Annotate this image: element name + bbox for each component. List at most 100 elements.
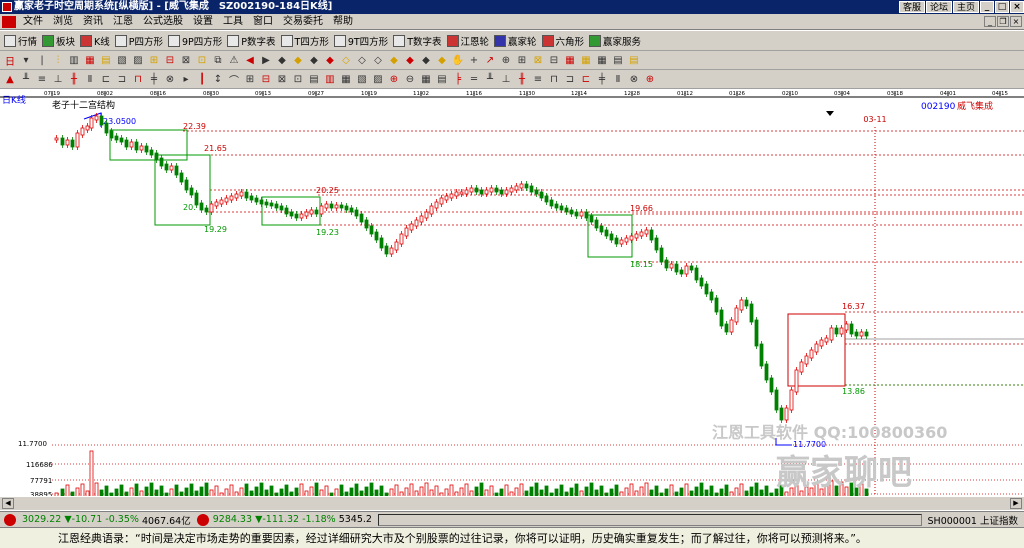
drawing-tool-icon[interactable]: ↕ [212,73,224,85]
menu-trade[interactable]: 交易委托 [278,14,328,30]
menu-formula[interactable]: 公式选股 [138,14,188,30]
drawing-tool-icon[interactable]: ≡ [36,73,48,85]
period-tool-icon[interactable]: ▾ [20,54,32,66]
period-tool-icon[interactable]: ◀ [244,54,256,66]
period-tool-icon[interactable]: ⊠ [532,54,544,66]
period-tool-icon[interactable]: + [468,54,480,66]
drawing-tool-icon[interactable]: ╫ [68,73,80,85]
period-tool-icon[interactable]: ◆ [324,54,336,66]
ticker[interactable]: SH000001 上证指数 [928,513,1018,527]
child-close-button[interactable]: × [1010,16,1022,27]
scroll-right-icon[interactable]: ▶ [1010,498,1022,509]
drawing-tool-icon[interactable]: ▦ [340,73,352,85]
drawing-tool-icon[interactable]: ⊥ [500,73,512,85]
menu-gann[interactable]: 江恩 [108,14,138,30]
drawing-tool-icon[interactable]: ⌒ [228,73,240,87]
tool-p-square[interactable]: P四方形 [114,33,163,49]
tool-t-table[interactable]: T数字表 [393,33,442,49]
app-menu-icon[interactable] [2,15,16,28]
drawing-tool-icon[interactable]: ⊓ [548,73,560,85]
period-tool-icon[interactable]: ◆ [436,54,448,66]
drawing-tool-icon[interactable]: ═ [468,73,480,85]
drawing-tool-icon[interactable]: ╪ [596,73,608,85]
tool-9t-square[interactable]: 9T四方形 [333,33,388,49]
menu-file[interactable]: 文件 [18,14,48,30]
drawing-tool-icon[interactable]: ⊖ [404,73,416,85]
drawing-tool-icon[interactable]: ≡ [532,73,544,85]
tool-hexagon[interactable]: 六角形 [541,33,584,49]
drawing-tool-icon[interactable]: ╫ [516,73,528,85]
child-minimize-button[interactable]: _ [984,16,996,27]
period-tool-icon[interactable]: ◇ [372,54,384,66]
menu-help[interactable]: 帮助 [328,14,358,30]
period-tool-icon[interactable]: ⊕ [500,54,512,66]
period-tool-icon[interactable]: ◆ [308,54,320,66]
period-tool-icon[interactable]: ⊟ [164,54,176,66]
period-tool-icon[interactable]: ▶ [260,54,272,66]
tool-kline[interactable]: K线 [80,33,110,49]
scroll-left-icon[interactable]: ◀ [2,498,14,509]
drawing-tool-icon[interactable]: ▦ [420,73,432,85]
drawing-tool-icon[interactable]: ╨ [484,73,496,85]
forum-link[interactable]: 论坛 [925,1,952,13]
period-tool-icon[interactable]: ⊡ [196,54,208,66]
drawing-tool-icon[interactable]: ▤ [308,73,320,85]
drawing-tool-icon[interactable]: ⊐ [564,73,576,85]
horizontal-scrollbar[interactable]: ◀ ▶ [0,496,1024,510]
menu-browse[interactable]: 浏览 [48,14,78,30]
drawing-tool-icon[interactable]: ⊠ [276,73,288,85]
drawing-tool-icon[interactable]: ⊕ [388,73,400,85]
period-tool-icon[interactable]: 日 [4,54,16,68]
menu-info[interactable]: 资讯 [78,14,108,30]
drawing-tool-icon[interactable]: ▤ [436,73,448,85]
drawing-tool-icon[interactable]: ⊕ [644,73,656,85]
drawing-tool-icon[interactable]: ⊏ [100,73,112,85]
menu-window[interactable]: 窗口 [248,14,278,30]
period-tool-icon[interactable]: ↗ [484,54,496,66]
period-tool-icon[interactable]: ⚠ [228,54,240,66]
period-tool-icon[interactable]: ▦ [580,54,592,66]
tool-blocks[interactable]: 板块 [42,33,75,49]
period-tool-icon[interactable]: ▧ [116,54,128,66]
period-tool-icon[interactable]: ▦ [564,54,576,66]
period-tool-icon[interactable]: ✋ [452,54,464,66]
drawing-tool-icon[interactable]: ⊡ [292,73,304,85]
menu-settings[interactable]: 设置 [188,14,218,30]
drawing-tool-icon[interactable]: ⊓ [132,73,144,85]
period-tool-icon[interactable]: ◆ [292,54,304,66]
period-tool-icon[interactable]: ▨ [132,54,144,66]
period-tool-icon[interactable]: ▤ [612,54,624,66]
period-tool-icon[interactable]: ⊞ [516,54,528,66]
period-tool-icon[interactable]: ◆ [388,54,400,66]
drawing-tool-icon[interactable]: ▸ [180,73,192,85]
status-scroll-area[interactable] [377,513,922,526]
tool-service[interactable]: 赢家服务 [589,33,641,49]
menu-tools[interactable]: 工具 [218,14,248,30]
drawing-tool-icon[interactable]: Ⅱ [84,73,96,85]
period-tool-icon[interactable]: ▦ [596,54,608,66]
drawing-tool-icon[interactable]: ⊟ [260,73,272,85]
period-tool-icon[interactable]: ◆ [276,54,288,66]
period-tool-icon[interactable]: ⧉ [212,54,224,66]
tool-gann-wheel[interactable]: 江恩轮 [446,33,489,49]
kline-chart[interactable]: 07-19 08-02 08-16 08-30 09-13 09-27 10-19 11-02… [0,89,1024,511]
tool-winner-wheel[interactable]: 赢家轮 [494,33,537,49]
period-tool-icon[interactable]: ◇ [340,54,352,66]
drawing-tool-icon[interactable]: ⊐ [116,73,128,85]
drawing-tool-icon[interactable]: ⊗ [628,73,640,85]
service-link[interactable]: 客服 [898,1,925,13]
period-tool-icon[interactable]: ⊞ [148,54,160,66]
period-tool-icon[interactable]: ▦ [84,54,96,66]
minimize-button[interactable]: _ [980,1,994,13]
tool-quotes[interactable]: 行情 [4,33,37,49]
drawing-tool-icon[interactable]: ▥ [324,73,336,85]
drawing-tool-icon[interactable]: ╪ [148,73,160,85]
maximize-button[interactable]: □ [995,1,1009,13]
tool-9p-square[interactable]: 9P四方形 [168,33,222,49]
period-tool-icon[interactable]: ▤ [628,54,640,66]
tool-t-square[interactable]: T四方形 [280,33,329,49]
drawing-tool-icon[interactable]: ⊗ [164,73,176,85]
child-restore-button[interactable]: ❐ [997,16,1009,27]
drawing-tool-icon[interactable]: ▲ [4,73,16,85]
drawing-tool-icon[interactable]: ⊞ [244,73,256,85]
